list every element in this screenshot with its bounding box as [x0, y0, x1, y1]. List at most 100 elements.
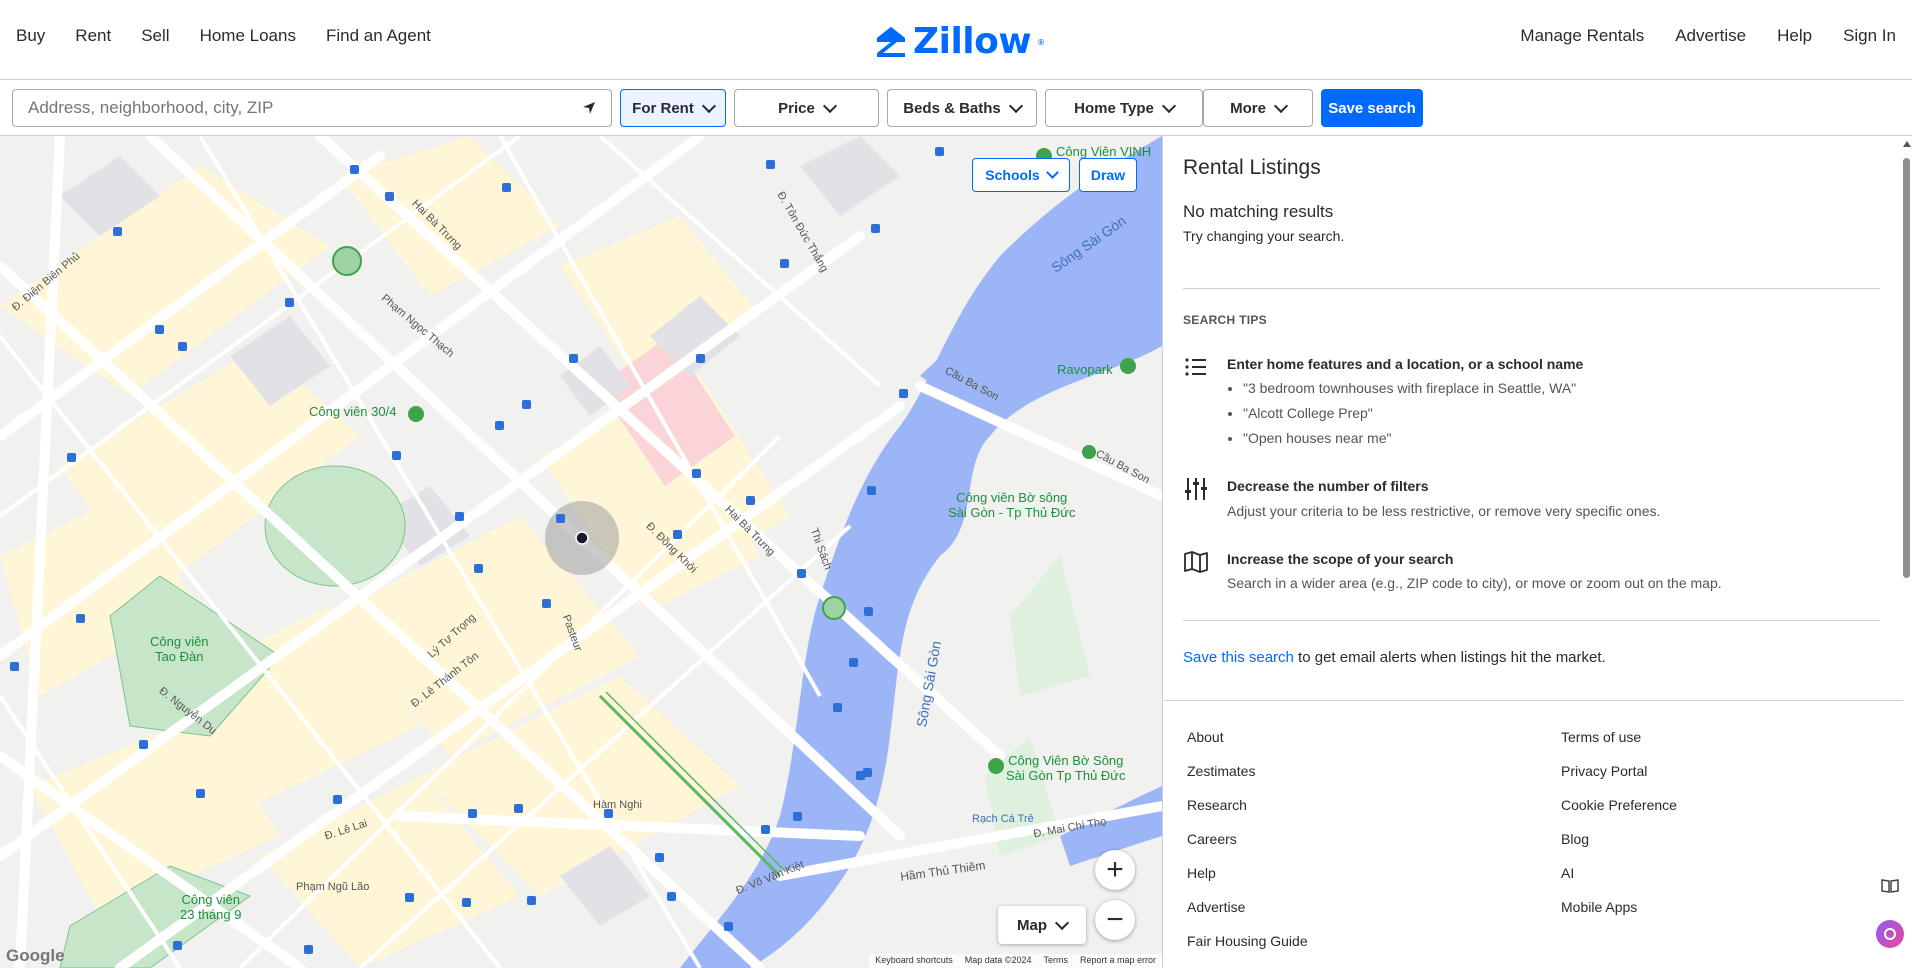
- registered-mark: ®: [1038, 37, 1044, 47]
- footer-link-research[interactable]: Research: [1187, 788, 1308, 822]
- map-label-road: Phạm Ngũ Lão: [296, 881, 370, 893]
- map-type-dropdown[interactable]: Map: [998, 906, 1086, 944]
- nav-rent[interactable]: Rent: [75, 26, 111, 46]
- filter-bar: For Rent Price Beds & Baths Home Type Mo…: [0, 80, 1912, 136]
- map-label-park: Công Viên Bờ Sông Sài Gòn Tp Thủ Đức: [1006, 753, 1126, 783]
- reader-mode-icon[interactable]: [1876, 872, 1904, 900]
- search-box: [12, 89, 612, 127]
- map-canvas[interactable]: [0, 136, 1162, 968]
- footer-link-zestimates[interactable]: Zestimates: [1187, 754, 1308, 788]
- save-search-prompt: Save this search to get email alerts whe…: [1183, 649, 1606, 666]
- tip-title: Decrease the number of filters: [1227, 478, 1429, 494]
- chevron-down-icon: [701, 98, 716, 113]
- footer-link-advertise[interactable]: Advertise: [1187, 890, 1308, 924]
- secondary-nav: Manage Rentals Advertise Help Sign In: [1520, 26, 1896, 46]
- keyboard-shortcuts-link[interactable]: Keyboard shortcuts: [875, 955, 953, 967]
- nav-find-agent[interactable]: Find an Agent: [326, 26, 431, 46]
- assistant-icon[interactable]: [1876, 920, 1904, 948]
- zillow-logo-icon: [877, 27, 905, 57]
- search-input[interactable]: [28, 98, 582, 118]
- footer-link-fair-housing[interactable]: Fair Housing Guide: [1187, 924, 1308, 958]
- listings-panel: Rental Listings No matching results Try …: [1162, 136, 1912, 968]
- scroll-up-arrow-icon[interactable]: [1903, 141, 1911, 147]
- chevron-down-icon: [1161, 98, 1176, 113]
- tip-example: "3 bedroom townhouses with fireplace in …: [1243, 376, 1576, 401]
- price-dropdown[interactable]: Price: [734, 89, 879, 127]
- save-this-search-link[interactable]: Save this search: [1183, 649, 1294, 666]
- tip-description: Search in a wider area (e.g., ZIP code t…: [1227, 575, 1722, 591]
- map-view[interactable]: Công viên 30/4 Công viên Tao Đàn Công vi…: [0, 136, 1162, 968]
- report-error-link[interactable]: Report a map error: [1080, 955, 1156, 967]
- map-label-park: Công Viên VINH: [1056, 144, 1152, 159]
- divider: [1183, 620, 1880, 621]
- schools-label: Schools: [985, 167, 1040, 183]
- tip-title: Enter home features and a location, or a…: [1227, 356, 1584, 372]
- draw-button[interactable]: Draw: [1079, 158, 1137, 192]
- footer-link-privacy[interactable]: Privacy Portal: [1561, 754, 1677, 788]
- google-logo: Google: [6, 946, 65, 965]
- nav-sign-in[interactable]: Sign In: [1843, 26, 1896, 46]
- zoom-in-button[interactable]: +: [1095, 850, 1135, 890]
- footer-link-help[interactable]: Help: [1187, 856, 1308, 890]
- map-label-park: Công viên 30/4: [309, 404, 397, 419]
- search-tips-heading: SEARCH TIPS: [1183, 313, 1267, 327]
- map-data-text: Map data ©2024: [964, 955, 1032, 965]
- map-label-park: Công viên Tao Đàn: [150, 634, 209, 664]
- more-dropdown[interactable]: More: [1203, 89, 1313, 127]
- try-changing-text: Try changing your search.: [1183, 228, 1345, 244]
- site-header: Buy Rent Sell Home Loans Find an Agent Z…: [0, 0, 1912, 80]
- nav-home-loans[interactable]: Home Loans: [200, 26, 296, 46]
- more-label: More: [1230, 99, 1266, 117]
- beds-baths-label: Beds & Baths: [903, 99, 1001, 117]
- for-rent-dropdown[interactable]: For Rent: [620, 89, 726, 127]
- price-label: Price: [778, 99, 815, 117]
- beds-baths-dropdown[interactable]: Beds & Baths: [887, 89, 1037, 127]
- footer-link-ai[interactable]: AI: [1561, 856, 1677, 890]
- footer-link-blog[interactable]: Blog: [1561, 822, 1677, 856]
- zillow-logo-text: Zillow: [913, 21, 1032, 62]
- home-type-label: Home Type: [1074, 99, 1154, 117]
- footer-link-mobile-apps[interactable]: Mobile Apps: [1561, 890, 1677, 924]
- footer-links-left: About Zestimates Research Careers Help A…: [1187, 720, 1308, 958]
- page-title: Rental Listings: [1183, 156, 1321, 179]
- panel-scrollbar[interactable]: [1902, 136, 1912, 968]
- save-search-button[interactable]: Save search: [1321, 89, 1423, 127]
- chevron-down-icon: [1054, 915, 1070, 930]
- schools-dropdown[interactable]: Schools: [972, 158, 1070, 192]
- zillow-logo[interactable]: Zillow ®: [875, 22, 1044, 62]
- zoom-out-button[interactable]: −: [1095, 900, 1135, 940]
- tip-example: "Open houses near me": [1243, 426, 1576, 451]
- nav-manage-rentals[interactable]: Manage Rentals: [1520, 26, 1644, 46]
- tip-examples-list: "3 bedroom townhouses with fireplace in …: [1243, 376, 1576, 451]
- nav-advertise[interactable]: Advertise: [1675, 26, 1746, 46]
- scroll-thumb[interactable]: [1903, 158, 1910, 578]
- map-type-label: Map: [1017, 916, 1047, 934]
- sliders-icon: [1185, 478, 1207, 500]
- footer-links-right: Terms of use Privacy Portal Cookie Prefe…: [1561, 720, 1677, 924]
- divider: [1163, 700, 1903, 701]
- home-type-dropdown[interactable]: Home Type: [1045, 89, 1203, 127]
- map-icon: [1184, 551, 1208, 573]
- footer-link-terms[interactable]: Terms of use: [1561, 720, 1677, 754]
- map-label-park: Ravopark: [1057, 362, 1113, 377]
- tip-example: "Alcott College Prep": [1243, 401, 1576, 426]
- no-results-text: No matching results: [1183, 202, 1334, 221]
- footer-link-about[interactable]: About: [1187, 720, 1308, 754]
- nav-sell[interactable]: Sell: [141, 26, 169, 46]
- tip-description: Adjust your criteria to be less restrict…: [1227, 503, 1661, 519]
- location-arrow-icon[interactable]: [582, 101, 596, 115]
- chevron-down-icon: [1008, 98, 1023, 113]
- primary-nav: Buy Rent Sell Home Loans Find an Agent: [16, 26, 431, 46]
- map-label-park: Công viên 23 tháng 9: [180, 892, 242, 922]
- for-rent-label: For Rent: [632, 99, 694, 117]
- map-label-road: Hàm Nghi: [593, 799, 642, 811]
- terms-link[interactable]: Terms: [1043, 955, 1068, 967]
- nav-buy[interactable]: Buy: [16, 26, 45, 46]
- chevron-down-icon: [822, 98, 837, 113]
- chevron-down-icon: [1273, 98, 1288, 113]
- footer-link-careers[interactable]: Careers: [1187, 822, 1308, 856]
- map-label-creek: Rạch Cá Trê: [972, 813, 1034, 825]
- nav-help[interactable]: Help: [1777, 26, 1812, 46]
- save-search-rest: to get email alerts when listings hit th…: [1293, 649, 1606, 666]
- footer-link-cookie[interactable]: Cookie Preference: [1561, 788, 1677, 822]
